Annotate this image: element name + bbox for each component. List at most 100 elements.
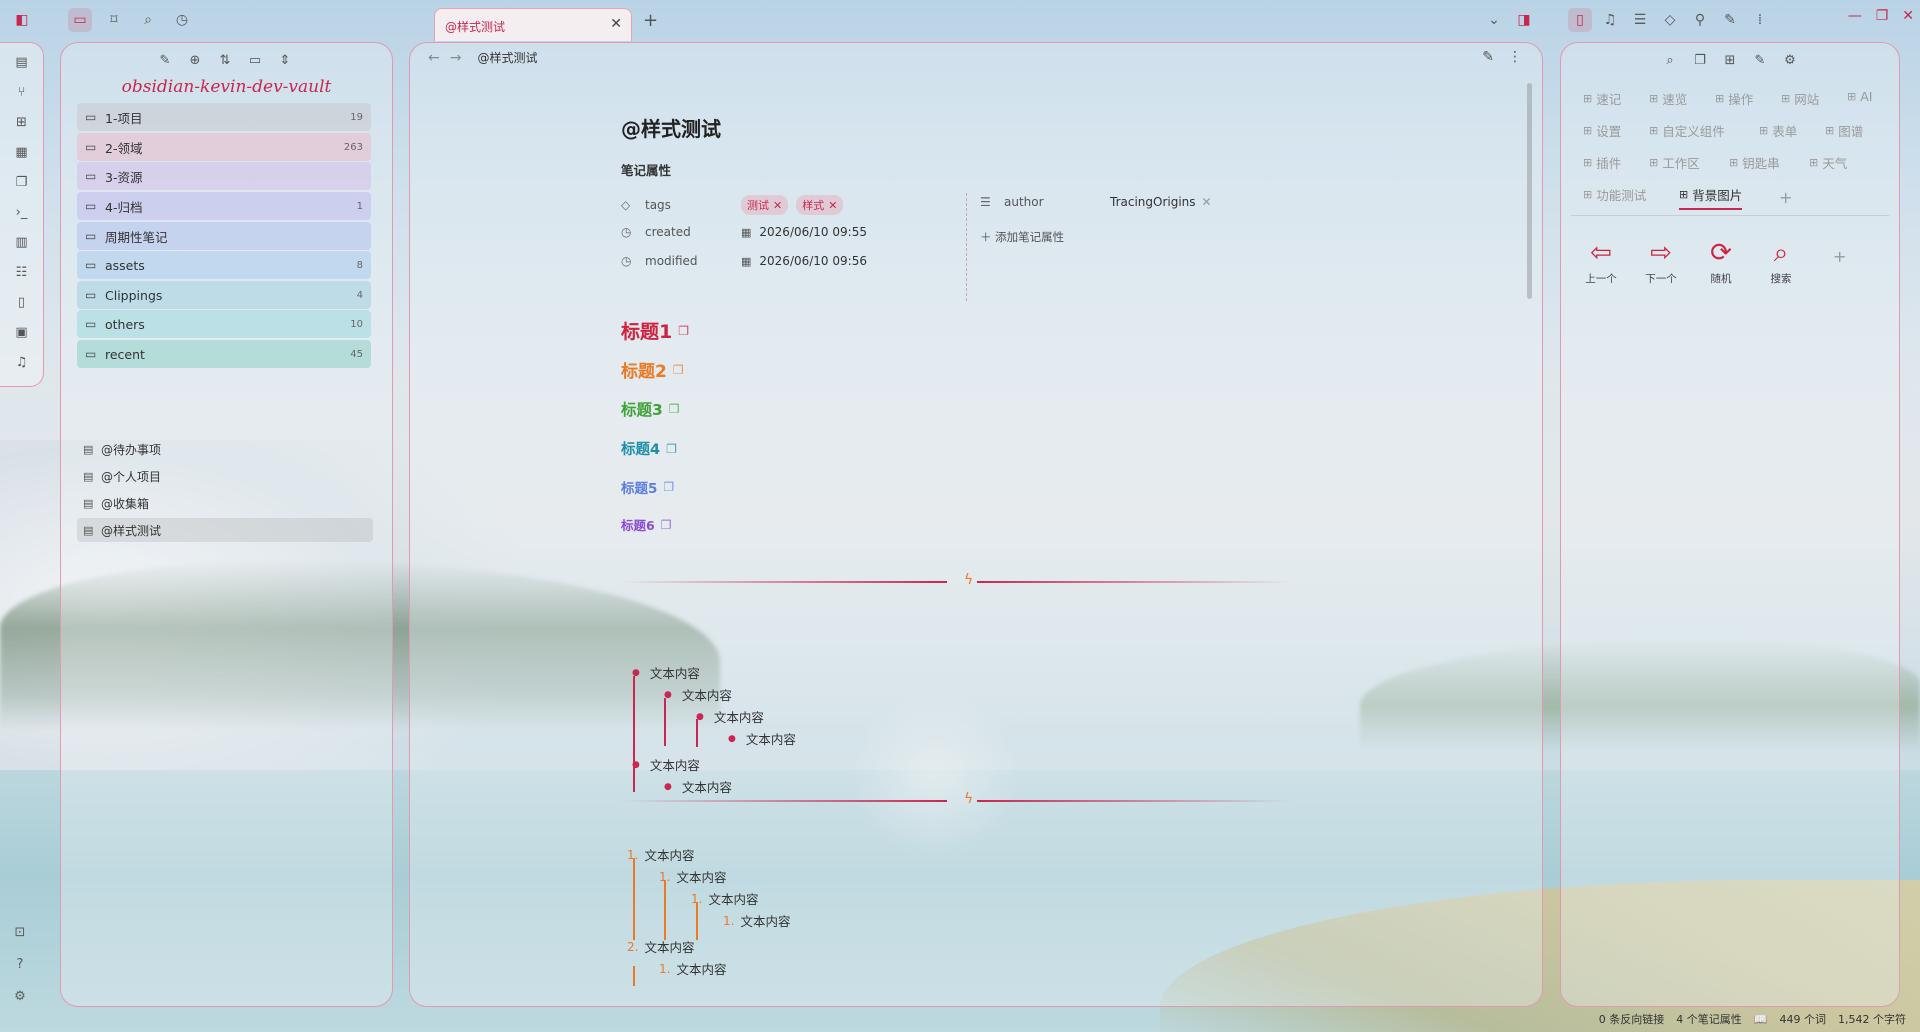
tab-note[interactable]: @样式测试 ✕ xyxy=(434,8,632,41)
copy-icon[interactable]: ❐ xyxy=(669,402,680,416)
music-icon[interactable]: ♫ xyxy=(1598,8,1622,32)
property-value[interactable]: TracingOrigins xyxy=(1110,195,1196,209)
calendar-icon[interactable]: ▦ xyxy=(11,141,33,164)
action-button[interactable]: ⟳ 随机 xyxy=(1691,239,1751,286)
remove-tag-icon[interactable]: ✕ xyxy=(828,199,837,212)
link-icon[interactable]: ⚲ xyxy=(1688,8,1712,32)
image-icon[interactable]: ▣ xyxy=(11,321,33,344)
tag-pill[interactable]: 测试 ✕ xyxy=(741,195,789,215)
checklist-icon[interactable]: ☷ xyxy=(11,261,33,284)
tab-widget[interactable]: ⊞ 自定义组件 xyxy=(1649,121,1725,140)
outline-icon[interactable]: ⁞ xyxy=(1748,8,1772,32)
clock-icon[interactable]: ◷ xyxy=(170,8,194,32)
tab-widget[interactable]: ⊞ 背景图片 xyxy=(1679,185,1743,210)
remove-value-icon[interactable]: ✕ xyxy=(1202,195,1212,209)
close-button[interactable]: ✕ xyxy=(1902,8,1914,24)
restore-button[interactable]: ❐ xyxy=(1876,8,1889,24)
back-icon[interactable]: ← xyxy=(428,50,440,66)
graph-icon[interactable]: ⑂ xyxy=(11,81,33,104)
folder-item[interactable]: ▭ 周期性笔记 xyxy=(77,222,371,250)
right-sidebar-toggle-icon[interactable]: ◨ xyxy=(1512,8,1536,32)
settings-icon[interactable]: ⚙ xyxy=(1781,51,1799,69)
tab-widget[interactable]: ⊞ 功能测试 xyxy=(1583,185,1646,204)
new-note-icon[interactable]: ✎ xyxy=(156,51,174,69)
scrollbar[interactable] xyxy=(1527,83,1532,299)
folder-item[interactable]: ▭ 2-领域 263 xyxy=(77,133,371,161)
list-item[interactable]: ● 文本内容 xyxy=(632,663,700,682)
tag-icon[interactable]: ◇ xyxy=(1658,8,1682,32)
help-icon[interactable]: ? xyxy=(8,952,32,976)
remove-tag-icon[interactable]: ✕ xyxy=(773,199,782,212)
copy-icon[interactable]: ❐ xyxy=(666,442,677,456)
property-value[interactable]: 2026/06/10 09:56 xyxy=(759,254,867,268)
collapse-icon[interactable]: ▭ xyxy=(246,51,264,69)
tab-widget[interactable]: ⊞ 图谱 xyxy=(1825,121,1863,140)
list-item[interactable]: ● 文本内容 xyxy=(696,707,764,726)
tab-widget[interactable]: ⊞ 操作 xyxy=(1715,89,1753,108)
reading-mode-icon[interactable]: 📖 xyxy=(1754,1013,1768,1026)
list-icon[interactable]: ☰ xyxy=(1628,8,1652,32)
tab-widget[interactable]: ⊞ 设置 xyxy=(1583,121,1621,140)
copy-icon[interactable]: ❐ xyxy=(663,480,674,494)
tab-widget[interactable]: ⊞ 天气 xyxy=(1809,153,1847,172)
copy-icon[interactable]: ❐ xyxy=(678,324,689,338)
folder-item[interactable]: ▭ Clippings 4 xyxy=(77,281,371,309)
chevron-down-icon[interactable]: ⌄ xyxy=(1482,8,1506,32)
ordered-list-item[interactable]: 1. 文本内容 xyxy=(627,845,694,864)
ordered-list-item[interactable]: 1. 文本内容 xyxy=(691,889,758,908)
property-modified[interactable]: ◷ modified ▦ 2026/06/10 09:56 xyxy=(621,254,867,268)
tag-pill[interactable]: 样式 ✕ xyxy=(796,195,844,215)
terminal-icon[interactable]: ›_ xyxy=(11,201,33,224)
tab-widget[interactable]: ⊞ 网站 xyxy=(1781,89,1819,108)
minimize-button[interactable]: — xyxy=(1848,8,1862,24)
edit-icon[interactable]: ✎ xyxy=(1751,51,1769,69)
folder-item[interactable]: ▭ 3-资源 xyxy=(77,162,371,190)
new-folder-icon[interactable]: ⊕ xyxy=(186,51,204,69)
folder-item[interactable]: ▭ 1-项目 19 xyxy=(77,103,371,131)
tab-widget[interactable]: ⊞ AI xyxy=(1847,89,1872,104)
tab-widget[interactable]: ⊞ 速览 xyxy=(1649,89,1687,108)
action-button[interactable]: ⇨ 下一个 xyxy=(1631,239,1691,286)
heading-2[interactable]: 标题2 ❐ xyxy=(621,357,684,382)
layout-icon[interactable]: ▥ xyxy=(11,231,33,254)
list-item[interactable]: ● 文本内容 xyxy=(632,755,700,774)
heading-1[interactable]: 标题1 ❐ xyxy=(621,317,689,344)
file-item[interactable]: ▤ @个人项目 xyxy=(77,464,373,488)
folder-item[interactable]: ▭ recent 45 xyxy=(77,340,371,368)
breadcrumb[interactable]: @样式测试 xyxy=(477,49,537,66)
property-created[interactable]: ◷ created ▦ 2026/06/10 09:55 xyxy=(621,225,867,239)
add-action-button[interactable]: + xyxy=(1833,247,1846,266)
backlinks-count[interactable]: 0 条反向链接 xyxy=(1599,1011,1665,1027)
tab-close-icon[interactable]: ✕ xyxy=(610,16,622,32)
add-tab-button[interactable]: + xyxy=(1779,188,1792,207)
search-icon[interactable]: ⌕ xyxy=(1661,51,1679,69)
folder-item[interactable]: ▭ assets 8 xyxy=(77,251,371,279)
copy-icon[interactable]: ❐ xyxy=(11,171,33,194)
tab-widget[interactable]: ⊞ 插件 xyxy=(1583,153,1621,172)
action-button[interactable]: ⇦ 上一个 xyxy=(1571,239,1631,286)
new-tab-button[interactable]: + xyxy=(643,10,658,31)
edit-icon[interactable]: ✎ xyxy=(1482,49,1494,65)
tab-widget[interactable]: ⊞ 工作区 xyxy=(1649,153,1700,172)
file-item-active[interactable]: ▤ @样式测试 xyxy=(77,518,373,542)
copy-icon[interactable]: ❐ xyxy=(661,518,672,532)
tab-widget[interactable]: ⊞ 钥匙串 xyxy=(1729,153,1780,172)
property-value[interactable]: 2026/06/10 09:55 xyxy=(759,225,867,239)
note-title[interactable]: @样式测试 xyxy=(621,113,721,142)
grid-icon[interactable]: ⊞ xyxy=(11,111,33,134)
add-property-button[interactable]: ＋ 添加笔记属性 xyxy=(980,229,1064,245)
list-item[interactable]: ● 文本内容 xyxy=(664,685,732,704)
tab-widget[interactable]: ⊞ 表单 xyxy=(1759,121,1797,140)
settings-icon[interactable]: ⚙ xyxy=(8,984,32,1008)
file-item[interactable]: ▤ @待办事项 xyxy=(77,437,373,461)
vault-icon[interactable]: ⊡ xyxy=(8,920,32,944)
copy-icon[interactable]: ❐ xyxy=(1691,51,1709,69)
files-icon[interactable]: ▭ xyxy=(68,8,92,32)
heading-6[interactable]: 标题6 ❐ xyxy=(621,515,671,534)
heading-4[interactable]: 标题4 ❐ xyxy=(621,438,677,459)
forward-icon[interactable]: → xyxy=(450,50,462,66)
property-tags[interactable]: ◇ tags 测试 ✕ 样式 ✕ xyxy=(621,195,851,215)
folder-item[interactable]: ▭ others 10 xyxy=(77,310,371,338)
mouse-icon[interactable]: ▯ xyxy=(11,291,33,314)
sidebar-toggle-icon[interactable]: ◧ xyxy=(10,8,34,32)
